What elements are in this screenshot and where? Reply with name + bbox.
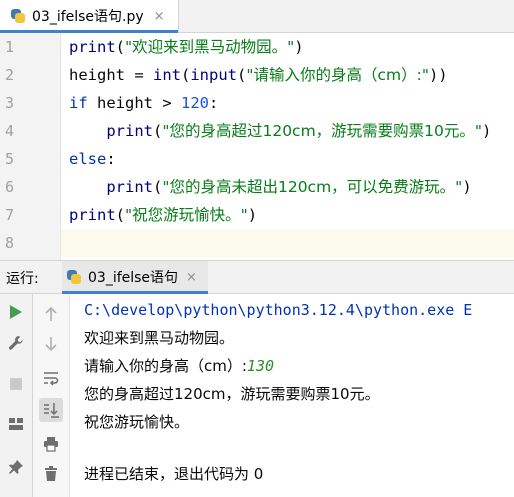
line-number: 2	[4, 66, 14, 84]
editor-tab-label: 03_ifelse语句.py	[32, 9, 144, 25]
line-number: 4	[4, 122, 14, 140]
code-line-1: print("欢迎来到黑马动物园。")	[69, 38, 304, 56]
stop-icon[interactable]	[4, 372, 28, 396]
run-toolbar-secondary	[33, 294, 70, 497]
run-config-tab[interactable]: 03_ifelse语句 ×	[62, 261, 208, 294]
console-user-input: 130	[246, 357, 275, 375]
line-number: 6	[4, 178, 14, 196]
scroll-to-end-icon[interactable]	[39, 398, 63, 422]
close-tab-icon[interactable]: ×	[154, 9, 165, 24]
layout-icon[interactable]	[4, 412, 28, 436]
soft-wrap-icon[interactable]	[39, 366, 63, 390]
line-number: 1	[4, 38, 14, 56]
python-file-icon	[10, 8, 26, 24]
line-number: 5	[4, 150, 14, 168]
console-output-line: 欢迎来到黑马动物园。	[84, 329, 235, 347]
line-number-gutter: 1 2 3 4 5 6 7 8	[0, 33, 61, 260]
run-toolbar-primary	[0, 294, 33, 497]
console-output[interactable]: C:\develop\python\python3.12.4\python.ex…	[70, 294, 514, 497]
code-line-5: else:	[69, 150, 116, 168]
python-file-icon	[66, 269, 82, 285]
run-panel-title: 运行:	[6, 271, 39, 287]
code-line-7: print("祝您游玩愉快。")	[69, 206, 258, 224]
editor-tab[interactable]: 03_ifelse语句.py ×	[0, 0, 179, 33]
arrow-up-icon[interactable]	[39, 302, 63, 326]
run-panel-header: 运行: 03_ifelse语句 ×	[0, 260, 514, 294]
code-line-3: if height > 120:	[69, 94, 219, 112]
arrow-down-icon[interactable]	[39, 332, 63, 356]
close-run-tab-icon[interactable]: ×	[186, 270, 197, 285]
editor-tab-bar: 03_ifelse语句.py ×	[0, 0, 514, 33]
code-editor[interactable]: 1 2 3 4 5 6 7 8 print("欢迎来到黑马动物园。") heig…	[0, 33, 514, 260]
wrench-icon[interactable]	[4, 331, 28, 355]
console-output-line: 祝您游玩愉快。	[84, 413, 190, 431]
run-tab-label: 03_ifelse语句	[88, 270, 179, 286]
print-icon[interactable]	[39, 432, 63, 456]
pin-icon[interactable]	[4, 455, 28, 479]
console-command-line: C:\develop\python\python3.12.4\python.ex…	[84, 301, 473, 319]
code-line-6: print("您的身高未超出120cm，可以免费游玩。")	[106, 178, 472, 196]
line-number: 8	[4, 234, 14, 252]
run-icon[interactable]	[4, 300, 28, 324]
current-line-highlight	[61, 229, 514, 257]
trash-icon[interactable]	[39, 462, 63, 486]
line-number: 7	[4, 206, 14, 224]
console-exit-message: 进程已结束，退出代码为 0	[84, 465, 264, 483]
code-line-4: print("您的身高超过120cm，游玩需要购票10元。")	[106, 122, 492, 140]
line-number: 3	[4, 94, 14, 112]
console-output-line: 您的身高超过120cm，游玩需要购票10元。	[84, 385, 380, 403]
console-input-prompt: 请输入你的身高（cm）:130	[84, 357, 275, 375]
code-line-2: height = int(input("请输入你的身高（cm）:"))	[69, 66, 448, 84]
